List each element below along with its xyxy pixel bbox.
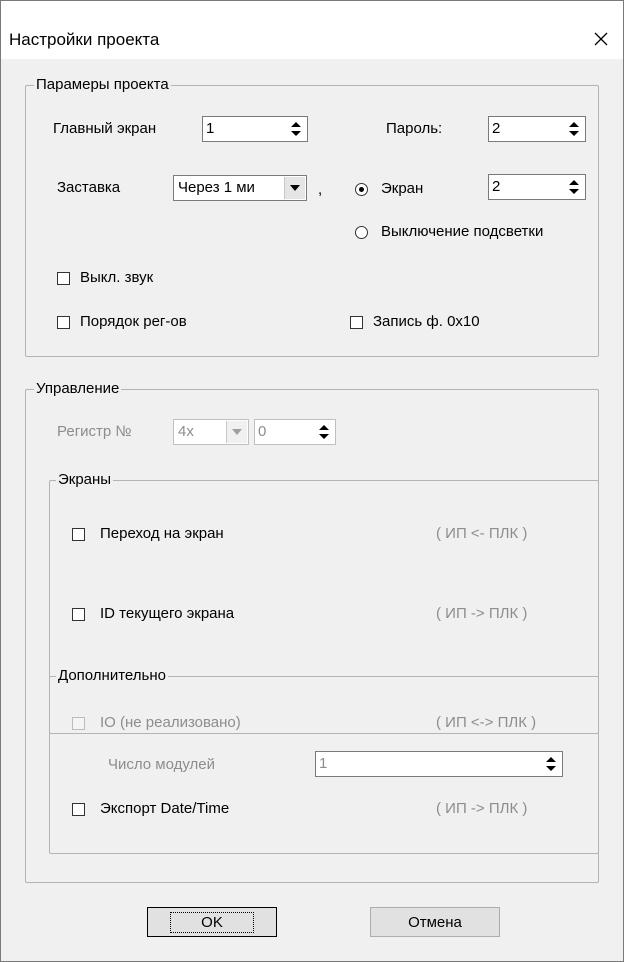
export-datetime-direction: ( ИП -> ПЛК ) xyxy=(436,800,528,817)
chevron-down-icon xyxy=(232,429,242,435)
sound-off-checkbox[interactable] xyxy=(57,272,70,285)
close-button[interactable] xyxy=(579,19,623,59)
control-legend: Управление xyxy=(34,380,122,398)
password-spinbox[interactable]: 2 xyxy=(488,116,586,142)
dropdown-button[interactable] xyxy=(226,421,247,443)
io-label: IO (не реализовано) xyxy=(100,714,241,731)
main-screen-value: 1 xyxy=(206,120,215,137)
sound-off-label: Выкл. звук xyxy=(80,269,154,286)
screen-spinbox[interactable]: 2 xyxy=(488,174,586,200)
modules-spinbox[interactable]: 1 xyxy=(315,751,563,777)
export-datetime-checkbox[interactable] xyxy=(72,803,85,816)
modules-value: 1 xyxy=(319,755,328,772)
extra-group: Дополнительно IO (не реализовано) ( ИП <… xyxy=(49,667,599,854)
radio-selected-dot xyxy=(359,187,364,192)
register-number-value: 0 xyxy=(258,423,267,440)
spin-arrows-icon[interactable] xyxy=(542,754,560,774)
screensaver-combobox[interactable]: Через 1 ми xyxy=(173,175,307,201)
ok-button[interactable]: OK xyxy=(147,907,277,937)
cancel-button[interactable]: Отмена xyxy=(370,907,500,937)
backlight-radio[interactable] xyxy=(355,226,368,239)
export-datetime-label: Экспорт Date/Time xyxy=(100,800,230,817)
dropdown-button[interactable] xyxy=(284,177,305,199)
close-icon xyxy=(594,32,608,46)
screensaver-separator: , xyxy=(318,181,323,198)
project-settings-dialog: Настройки проекта Парамеры проекта Главн… xyxy=(0,0,624,962)
reg-order-checkbox[interactable] xyxy=(57,316,70,329)
spin-arrows-icon[interactable] xyxy=(287,119,305,139)
goto-screen-checkbox[interactable] xyxy=(72,528,85,541)
screensaver-value: Через 1 ми xyxy=(178,179,255,196)
current-screen-id-direction: ( ИП -> ПЛК ) xyxy=(436,605,528,622)
screen-radio[interactable] xyxy=(355,183,368,196)
cancel-button-label: Отмена xyxy=(408,913,462,931)
control-group: Управление Регистр № 4x 0 Экраны Переход… xyxy=(25,380,599,883)
extra-legend: Дополнительно xyxy=(56,667,168,685)
modules-label: Число модулей xyxy=(108,756,216,773)
write-f-checkbox[interactable] xyxy=(350,316,363,329)
project-params-legend: Парамеры проекта xyxy=(34,76,171,94)
current-screen-id-checkbox[interactable] xyxy=(72,608,85,621)
screens-legend: Экраны xyxy=(56,471,114,489)
screensaver-label: Заставка xyxy=(57,179,121,196)
backlight-radio-label: Выключение подсветки xyxy=(381,223,544,240)
title-bar: Настройки проекта xyxy=(1,1,623,59)
register-label: Регистр № xyxy=(57,423,132,440)
write-f-label: Запись ф. 0x10 xyxy=(373,313,480,330)
chevron-down-icon xyxy=(290,185,300,191)
goto-screen-label: Переход на экран xyxy=(100,525,224,542)
screen-radio-label: Экран xyxy=(381,180,424,197)
goto-screen-direction: ( ИП <- ПЛК ) xyxy=(436,525,528,542)
register-type-combobox[interactable]: 4x xyxy=(173,419,249,445)
spin-arrows-icon[interactable] xyxy=(565,119,583,139)
main-screen-spinbox[interactable]: 1 xyxy=(202,116,308,142)
main-screen-label: Главный экран xyxy=(53,120,157,137)
register-number-spinbox[interactable]: 0 xyxy=(254,419,336,445)
password-label: Пароль: xyxy=(386,120,443,137)
password-value: 2 xyxy=(492,120,501,137)
io-checkbox[interactable] xyxy=(72,717,85,730)
current-screen-id-label: ID текущего экрана xyxy=(100,605,235,622)
ok-button-label: OK xyxy=(170,911,254,933)
spin-arrows-icon[interactable] xyxy=(315,422,333,442)
io-direction: ( ИП <-> ПЛК ) xyxy=(436,714,537,731)
reg-order-label: Порядок рег-ов xyxy=(80,313,187,330)
window-title: Настройки проекта xyxy=(9,30,160,49)
project-params-group: Парамеры проекта Главный экран 1 Пароль:… xyxy=(25,76,599,357)
screen-value: 2 xyxy=(492,178,501,195)
register-type-value: 4x xyxy=(178,423,194,440)
spin-arrows-icon[interactable] xyxy=(565,177,583,197)
